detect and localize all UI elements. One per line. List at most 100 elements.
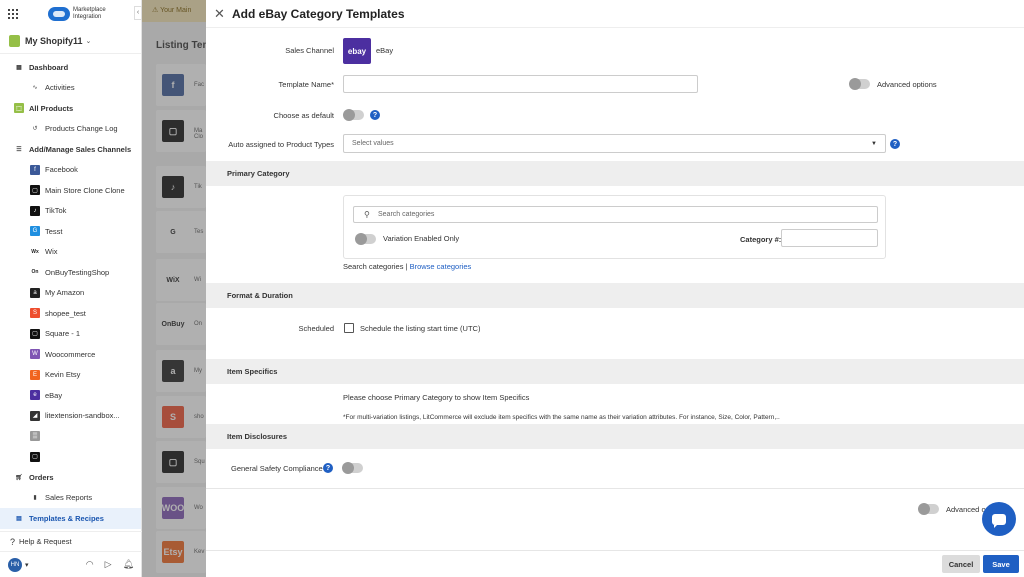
sidebar-item-label: Wix (45, 247, 58, 257)
schedule-checkbox[interactable] (344, 323, 354, 333)
format-duration-section: Format & Duration (206, 283, 1024, 308)
help-icon[interactable]: ? (323, 463, 333, 473)
sidebar-item-label: Sales Reports (45, 493, 93, 503)
shopee-icon: S (30, 308, 40, 319)
sidebar-item-label: OnBuyTestingShop (45, 267, 110, 277)
sidebar-item[interactable]: ⬚ All Products (0, 98, 141, 119)
sidebar-item-label: Kevin Etsy (45, 370, 81, 380)
help-icon[interactable]: ? (370, 110, 380, 120)
shopify-bag-icon: ⬚ (14, 103, 24, 114)
bar-chart-icon: ▮ (33, 495, 37, 502)
sidebar-item[interactable]: Wx Wix (0, 242, 141, 263)
modal-overlay[interactable] (142, 0, 206, 577)
item-specifics-message: Please choose Primary Category to show I… (343, 393, 530, 402)
chat-button[interactable] (982, 502, 1016, 536)
category-search-box: ⚲ Search categories Variation Enabled On… (343, 195, 886, 259)
sidebar-item[interactable]: ∿ Activities (0, 78, 141, 99)
sidebar-item[interactable]: 🛒︎ Orders (0, 467, 141, 488)
video-icon[interactable]: ▷ (105, 559, 112, 570)
help-icon[interactable]: ? (890, 139, 900, 149)
search-categories-input[interactable]: ⚲ Search categories (353, 206, 878, 223)
sidebar-item[interactable]: e eBay (0, 385, 141, 406)
sidebar-item[interactable]: E Kevin Etsy (0, 365, 141, 386)
tiktok-icon: ♪ (30, 205, 40, 216)
collapse-sidebar-button[interactable]: ‹ (134, 6, 142, 20)
app-grid-icon[interactable] (8, 9, 18, 19)
sidebar-item[interactable]: W Woocommerce (0, 344, 141, 365)
choose-default-label: Choose as default (273, 111, 334, 120)
sidebar-item[interactable]: ▢ Square - 1 (0, 324, 141, 345)
store-name: My Shopify11 (25, 35, 83, 46)
sidebar-item[interactable]: ♪ TikTok (0, 201, 141, 222)
cloud-logo-icon (48, 7, 70, 21)
sidebar-item[interactable]: ☰ Add/Manage Sales Channels (0, 139, 141, 160)
sidebar-item[interactable]: f Facebook (0, 160, 141, 181)
variation-enabled-label: Variation Enabled Only (383, 234, 460, 243)
sidebar-item-label: TikTok (45, 206, 67, 216)
item-disclosures-section: Item Disclosures (206, 424, 1024, 449)
sidebar-item[interactable]: ▒ (0, 426, 141, 447)
search-categories-link[interactable]: Search categories (343, 262, 403, 271)
category-number-label: Category #: (740, 235, 782, 244)
sidebar-item[interactable]: Sshopee_test (0, 303, 141, 324)
sidebar-item[interactable]: ◢ litextension-sandbox... (0, 406, 141, 427)
category-number-input[interactable] (781, 229, 878, 247)
cancel-button[interactable]: Cancel (942, 555, 980, 573)
sidebar-item[interactable]: a My Amazon (0, 283, 141, 304)
sidebar-item-label: eBay (45, 390, 63, 400)
safety-compliance-label: General Safety Compliance (231, 464, 323, 473)
sales-channel-value: eBay (376, 46, 394, 55)
store-selector[interactable]: My Shopify11 ⌄ (0, 28, 141, 54)
advanced-options-bottom-toggle[interactable] (918, 503, 939, 515)
sidebar-item[interactable]: On OnBuyTestingShop (0, 262, 141, 283)
sidebar-item[interactable]: ▢ (0, 447, 141, 468)
sidebar-item[interactable]: ↺ Products Change Log (0, 119, 141, 140)
ebay-icon: e (30, 390, 40, 401)
add-category-template-panel: ✕ Add eBay Category Templates Sales Chan… (206, 0, 1024, 577)
help-request-link[interactable]: ? Help & Request (0, 531, 142, 551)
sidebar-item[interactable]: G Tesst (0, 221, 141, 242)
sidebar-item[interactable]: ▢ Main Store Clone Clone (0, 180, 141, 201)
loading-spinner-icon: ◠ (85, 559, 94, 569)
safety-compliance-toggle[interactable] (342, 462, 363, 474)
sidebar: Marketplace Integration ‹ My Shopify11 ⌄… (0, 0, 142, 577)
wix-icon: Wx (31, 248, 39, 255)
sidebar-item[interactable]: ▮ Sales Reports (0, 488, 141, 509)
help-circle-icon: ? (10, 536, 16, 547)
sidebar-nav: ▦ Dashboard ∿ Activities ⬚ All Products ↺ Produ… (0, 54, 141, 529)
litextension-icon: ◢ (30, 410, 40, 421)
sidebar-footer: HN ▾ ◠ ▷ 🔔︎ (0, 551, 142, 577)
browse-categories-link[interactable]: Browse categories (410, 262, 472, 271)
sidebar-item-label: Dashboard (29, 62, 69, 72)
advanced-options-toggle[interactable] (849, 78, 870, 90)
variation-enabled-toggle[interactable] (355, 233, 376, 245)
scheduled-label: Scheduled (298, 324, 334, 333)
search-categories-placeholder: Search categories (378, 211, 435, 218)
shopify-icon (9, 34, 20, 47)
app-logo[interactable]: Marketplace Integration (48, 7, 106, 21)
sidebar-item-label: All Products (29, 103, 74, 113)
item-specifics-section: Item Specifics (206, 359, 1024, 384)
sidebar-item[interactable]: ▦ Dashboard (0, 57, 141, 78)
product-types-select[interactable]: Select values ▼ (343, 134, 886, 153)
facebook-icon: f (30, 164, 40, 175)
chat-icon (992, 513, 1006, 528)
avatar[interactable]: HN (8, 557, 22, 572)
close-icon[interactable]: ✕ (214, 6, 228, 22)
choose-default-toggle[interactable] (343, 109, 364, 121)
sidebar-item-label: Templates & Recipes (29, 513, 104, 523)
item-specifics-note: *For multi-variation listings, LitCommer… (343, 414, 780, 421)
search-icon: ⚲ (364, 210, 370, 219)
sidebar-item-label: Products Change Log (45, 124, 118, 134)
template-name-input[interactable] (343, 75, 698, 93)
redacted-channel-icon: ▒ (30, 431, 40, 442)
bell-icon[interactable]: 🔔︎ (123, 559, 134, 570)
auto-assigned-label: Auto assigned to Product Types (228, 140, 334, 149)
sidebar-item-label: litextension-sandbox... (45, 411, 120, 421)
caret-down-icon[interactable]: ▾ (25, 561, 29, 569)
divider (206, 488, 1024, 489)
sidebar-item[interactable]: ▤ Templates & Recipes (0, 508, 141, 529)
onbuy-icon: On (31, 269, 39, 276)
save-button[interactable]: Save (983, 555, 1019, 573)
tesst-icon: G (30, 226, 40, 237)
